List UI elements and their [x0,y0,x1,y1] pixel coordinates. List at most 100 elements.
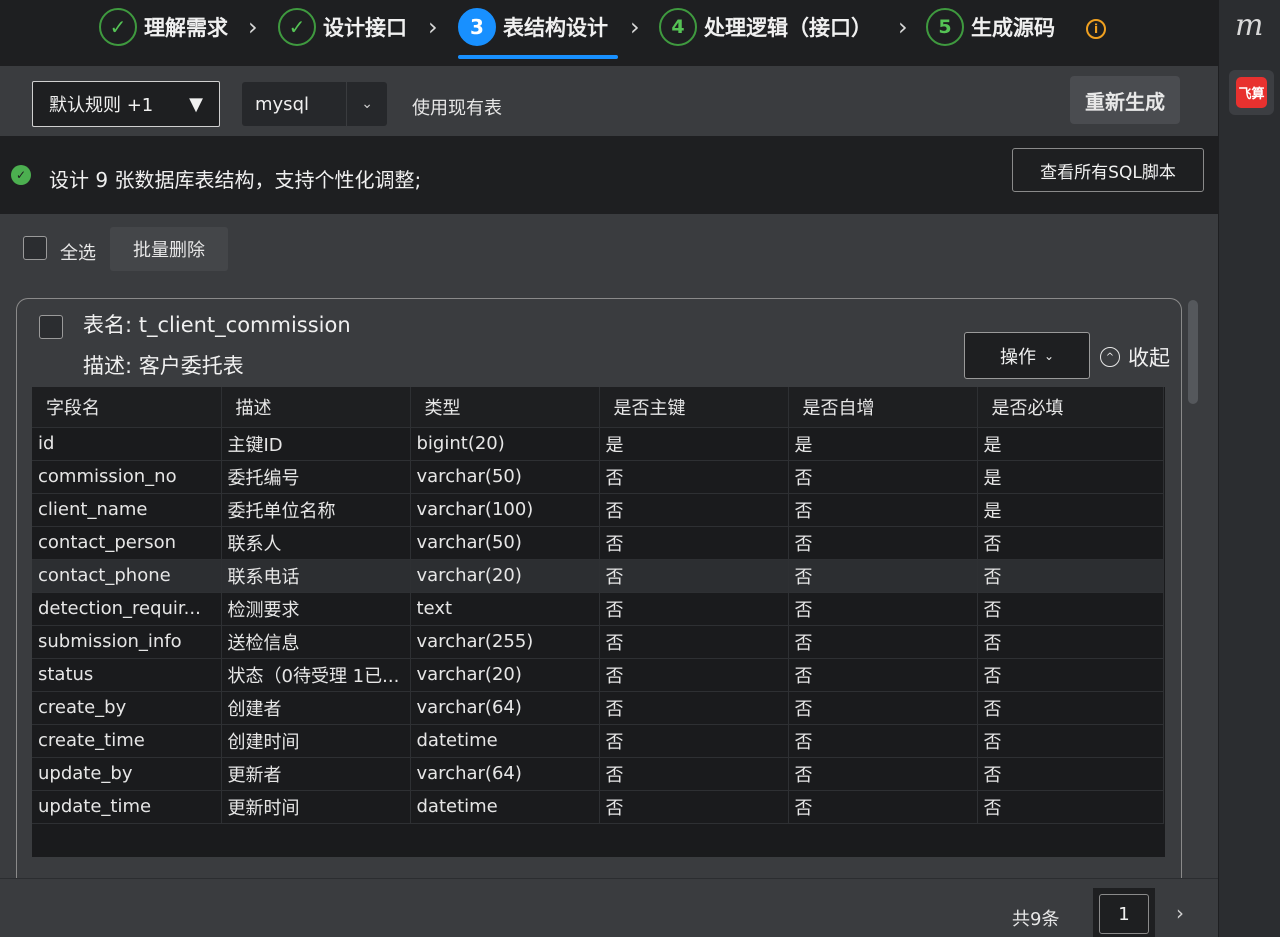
table-cell: 否 [977,790,1164,824]
collapse-up-icon: ^ [1100,347,1120,367]
table-description: 描述: 客户委托表 [83,354,244,378]
step-label: 表结构设计 [503,16,608,40]
step-number-5: 5 [926,8,964,46]
chevron-right-icon: › [898,13,908,41]
table-row[interactable]: client_name 委托单位名称 varchar(100) 否否是 [32,493,1164,527]
table-cell: 否 [788,592,978,626]
database-select-value: mysql [255,93,309,115]
step-processing-logic[interactable]: 4 处理逻辑（接口） [659,7,872,47]
rule-select[interactable]: 默认规则 +1 ▼ [32,81,220,127]
table-cell: 否 [977,625,1164,659]
table-cell: 否 [788,625,978,659]
table-row[interactable]: update_time 更新时间 datetime 否否否 [32,790,1164,824]
table-cell: 否 [599,493,789,527]
info-icon[interactable]: i [1086,19,1106,39]
app-shortcut[interactable]: 飞算 [1229,70,1274,115]
table-cell: 否 [788,559,978,593]
operations-label: 操作 [999,346,1036,368]
table-cell: 是 [599,427,789,461]
table-cell: datetime [410,790,600,824]
table-cell: 否 [599,559,789,593]
table-cell: update_time [32,790,222,824]
table-cell: varchar(64) [410,757,600,791]
step-design-api[interactable]: ✓ 设计接口 [278,7,407,47]
table-cell: 主键ID [221,427,411,461]
table-cell: 否 [788,460,978,494]
collapse-button[interactable]: ^ 收起 [1100,342,1170,372]
operations-dropdown[interactable]: 操作 ⌄ [964,332,1090,379]
select-all-checkbox[interactable] [23,236,47,260]
select-divider [346,82,347,126]
bulk-delete-button[interactable]: 批量删除 [110,227,228,271]
table-cell: 否 [599,592,789,626]
table-cell: text [410,592,600,626]
table-cell: varchar(50) [410,526,600,560]
table-cell: 是 [977,460,1164,494]
app-icon: 飞算 [1236,77,1267,108]
table-row[interactable]: id 主键ID bigint(20) 是是是 [32,427,1164,461]
main-panel: ✓ 理解需求 › ✓ 设计接口 › 3 表结构设计 › 4 处理逻辑（接口） ›… [0,0,1218,937]
table-row[interactable]: create_by 创建者 varchar(64) 否否否 [32,691,1164,725]
next-page-icon[interactable]: › [1176,901,1184,925]
table-cell: varchar(64) [410,691,600,725]
table-row[interactable]: detection_requir... 检测要求 text 否否否 [32,592,1164,626]
step-label: 生成源码 [971,16,1055,40]
vertical-scrollbar[interactable] [1188,300,1198,404]
chevron-right-icon: › [248,13,258,41]
table-cell: 送检信息 [221,625,411,659]
rule-select-value: 默认规则 +1 [49,95,154,116]
plugin-logo[interactable]: m [1235,8,1263,43]
table-row[interactable]: contact_phone 联系电话 varchar(20) 否否否 [32,559,1164,593]
stepper: ✓ 理解需求 › ✓ 设计接口 › 3 表结构设计 › 4 处理逻辑（接口） ›… [0,0,1218,66]
table-cell: 否 [977,592,1164,626]
select-all-label[interactable]: 全选 [60,239,96,265]
table-cell: 否 [977,559,1164,593]
page-number-button[interactable]: 1 [1093,888,1155,937]
column-header: 类型 [410,387,600,428]
table-cell: 联系人 [221,526,411,560]
table-cell: 委托单位名称 [221,493,411,527]
step-label: 理解需求 [144,16,228,40]
side-panel: m 飞算 [1218,0,1280,937]
table-cell: update_by [32,757,222,791]
table-row[interactable]: status 状态（0待受理 1已... varchar(20) 否否否 [32,658,1164,692]
table-header-row: 字段名 描述 类型 是否主键 是否自增 是否必填 [32,387,1164,428]
table-cell: create_by [32,691,222,725]
use-existing-table-link[interactable]: 使用现有表 [412,94,502,120]
table-cell: 否 [788,493,978,527]
database-select[interactable]: mysql ⌄ [242,82,387,126]
table-cell: 否 [788,790,978,824]
regenerate-button[interactable]: 重新生成 [1070,76,1180,124]
toolbar: 默认规则 +1 ▼ mysql ⌄ 使用现有表 重新生成 [0,68,1218,136]
table-select-checkbox[interactable] [39,315,63,339]
column-header: 是否自增 [788,387,978,428]
table-cell: detection_requir... [32,592,222,626]
table-cell: 否 [977,658,1164,692]
caret-down-icon: ▼ [189,93,203,115]
table-cell: 否 [599,691,789,725]
table-cell: varchar(100) [410,493,600,527]
step-generate-source[interactable]: 5 生成源码 [926,7,1055,47]
table-cell: create_time [32,724,222,758]
table-row[interactable]: contact_person 联系人 varchar(50) 否否否 [32,526,1164,560]
collapse-label: 收起 [1128,346,1170,370]
step-table-design[interactable]: 3 表结构设计 [458,7,608,47]
table-row[interactable]: commission_no 委托编号 varchar(50) 否否是 [32,460,1164,494]
total-count: 共9条 [1012,909,1060,930]
bulk-action-bar: 全选 批量删除 [0,214,1218,288]
table-cell: 否 [599,460,789,494]
view-all-sql-button[interactable]: 查看所有SQL脚本 [1012,148,1204,192]
table-cell: bigint(20) [410,427,600,461]
table-row[interactable]: update_by 更新者 varchar(64) 否否否 [32,757,1164,791]
table-cell: varchar(255) [410,625,600,659]
table-cell: 状态（0待受理 1已... [221,658,411,692]
table-cell: 否 [599,658,789,692]
step-number-4: 4 [659,8,697,46]
table-cell: 联系电话 [221,559,411,593]
step-understand-requirements[interactable]: ✓ 理解需求 [99,7,228,47]
success-check-icon: ✓ [11,165,31,185]
table-cell: 否 [788,691,978,725]
table-row[interactable]: submission_info 送检信息 varchar(255) 否否否 [32,625,1164,659]
table-row[interactable]: create_time 创建时间 datetime 否否否 [32,724,1164,758]
table-cell: 更新时间 [221,790,411,824]
